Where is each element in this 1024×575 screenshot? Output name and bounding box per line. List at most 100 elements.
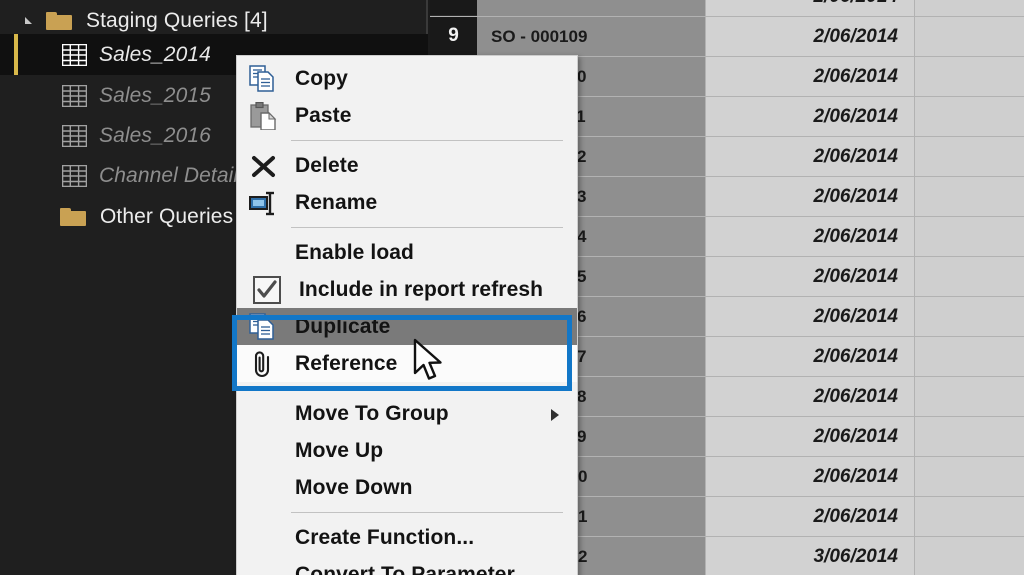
no-icon [249,400,289,428]
empty-cell[interactable] [915,177,1024,216]
no-icon [249,474,289,502]
folder-icon [46,11,72,31]
menu-item-move-to-group[interactable]: Move To Group [237,395,577,432]
row-number-cell[interactable]: 9 [430,17,477,56]
menu-item-label: Duplicate [295,314,391,338]
menu-item-label: Rename [295,190,378,214]
menu-item-label: Include in report refresh [299,277,544,301]
order-date-cell[interactable]: 2/06/2014 [705,137,915,176]
selection-indicator [14,34,18,75]
sidebar-item-label: Sales_2014 [99,42,211,66]
tree-group-label: Other Queries [100,204,234,228]
menu-item-enable-load[interactable]: Enable load [237,234,577,271]
table-icon-svg [61,164,88,187]
empty-cell[interactable] [915,417,1024,456]
checkbox-checked-icon[interactable] [253,275,281,304]
order-date-cell[interactable]: 2/06/2014 [705,17,915,56]
paste-icon-svg [250,101,277,131]
menu-item-move-down[interactable]: Move Down [237,469,577,506]
menu-item-duplicate[interactable]: Duplicate [237,308,577,345]
order-date-cell[interactable]: 2/06/2014 [705,257,915,296]
duplicate-icon [249,312,289,341]
menu-item-label: Create Function... [295,525,475,549]
order-date-cell[interactable]: 2/06/2014 [705,497,915,536]
table-icon-svg [61,124,88,147]
table-icon-svg [61,43,88,66]
empty-cell[interactable] [915,337,1024,376]
empty-cell[interactable] [915,377,1024,416]
query-context-menu[interactable]: Copy Paste Delete Rename Enable load Inc… [236,55,578,575]
paperclip-icon [249,350,289,378]
order-date-cell[interactable]: 2/06/2014 [705,217,915,256]
menu-item-label: Enable load [295,240,414,264]
menu-item-label: Move To Group [295,401,449,425]
order-date-cell[interactable]: 3/06/2014 [705,537,915,575]
empty-cell[interactable] [915,0,1024,16]
menu-item-delete[interactable]: Delete [237,147,577,184]
empty-cell[interactable] [915,17,1024,56]
empty-cell[interactable] [915,537,1024,575]
order-date-cell[interactable]: 2/06/2014 [705,177,915,216]
menu-item-label: Delete [295,153,359,177]
order-date-cell[interactable]: 2/06/2014 [705,417,915,456]
order-date-cell[interactable]: 2/06/2014 [705,297,915,336]
table-icon [61,124,88,147]
order-date-cell[interactable]: 2/06/2014 [705,337,915,376]
menu-item-rename[interactable]: Rename [237,184,577,221]
table-icon-svg [61,84,88,107]
sidebar-item-label: Channel Details [99,163,249,187]
screen-root: 2/06/20149SO - 0001092/06/201410SO - 000… [0,0,1024,575]
menu-item-include-in-report-refresh[interactable]: Include in report refresh [237,271,577,308]
empty-cell[interactable] [915,297,1024,336]
empty-cell[interactable] [915,137,1024,176]
paperclip-icon-svg [254,350,270,377]
empty-cell[interactable] [915,457,1024,496]
empty-cell[interactable] [915,217,1024,256]
order-date-cell[interactable]: 2/06/2014 [705,57,915,96]
menu-item-label: Reference [295,351,398,375]
delete-x-icon-svg [252,155,275,177]
menu-item-label: Move Down [295,475,413,499]
menu-item-label: Move Up [295,438,384,462]
order-date-cell[interactable]: 2/06/2014 [705,457,915,496]
menu-item-reference[interactable]: Reference [237,345,577,382]
menu-item-label: Paste [295,103,352,127]
menu-item-label: Copy [295,66,348,90]
table-row[interactable]: 9 SO - 000109 2/06/2014 [430,17,1024,57]
menu-item-create-function[interactable]: Create Function... [237,519,577,556]
menu-item-label: Convert To Parameter [295,562,515,575]
tree-group-label: Staging Queries [4] [86,8,268,32]
empty-cell[interactable] [915,497,1024,536]
menu-item-copy[interactable]: Copy [237,60,577,97]
delete-x-icon [249,152,289,180]
row-number-cell[interactable] [430,0,477,16]
chevron-expanded-icon[interactable] [22,13,38,29]
duplicate-icon-svg [249,312,274,340]
menu-item-convert-to-parameter[interactable]: Convert To Parameter [237,556,577,575]
no-icon [249,524,289,552]
menu-item-paste[interactable]: Paste [237,97,577,134]
order-date-cell[interactable]: 2/06/2014 [705,0,915,16]
order-id-cell[interactable] [477,0,705,16]
menu-separator [291,388,563,389]
paste-icon [249,101,289,131]
menu-separator [291,227,563,228]
copy-icon-svg [249,64,274,92]
order-date-cell[interactable]: 2/06/2014 [705,97,915,136]
table-row[interactable]: 2/06/2014 [430,0,1024,17]
rename-icon [249,189,289,217]
no-icon [249,561,289,575]
empty-cell[interactable] [915,97,1024,136]
menu-separator [291,512,563,513]
empty-cell[interactable] [915,257,1024,296]
order-id-cell[interactable]: SO - 000109 [477,17,705,56]
menu-separator [291,140,563,141]
no-icon [249,437,289,465]
order-date-cell[interactable]: 2/06/2014 [705,377,915,416]
rename-icon-svg [249,191,274,215]
empty-cell[interactable] [915,57,1024,96]
menu-item-move-up[interactable]: Move Up [237,432,577,469]
sidebar-item-label: Sales_2016 [99,123,211,147]
chevron-right-icon [551,409,559,421]
no-icon [249,239,289,267]
